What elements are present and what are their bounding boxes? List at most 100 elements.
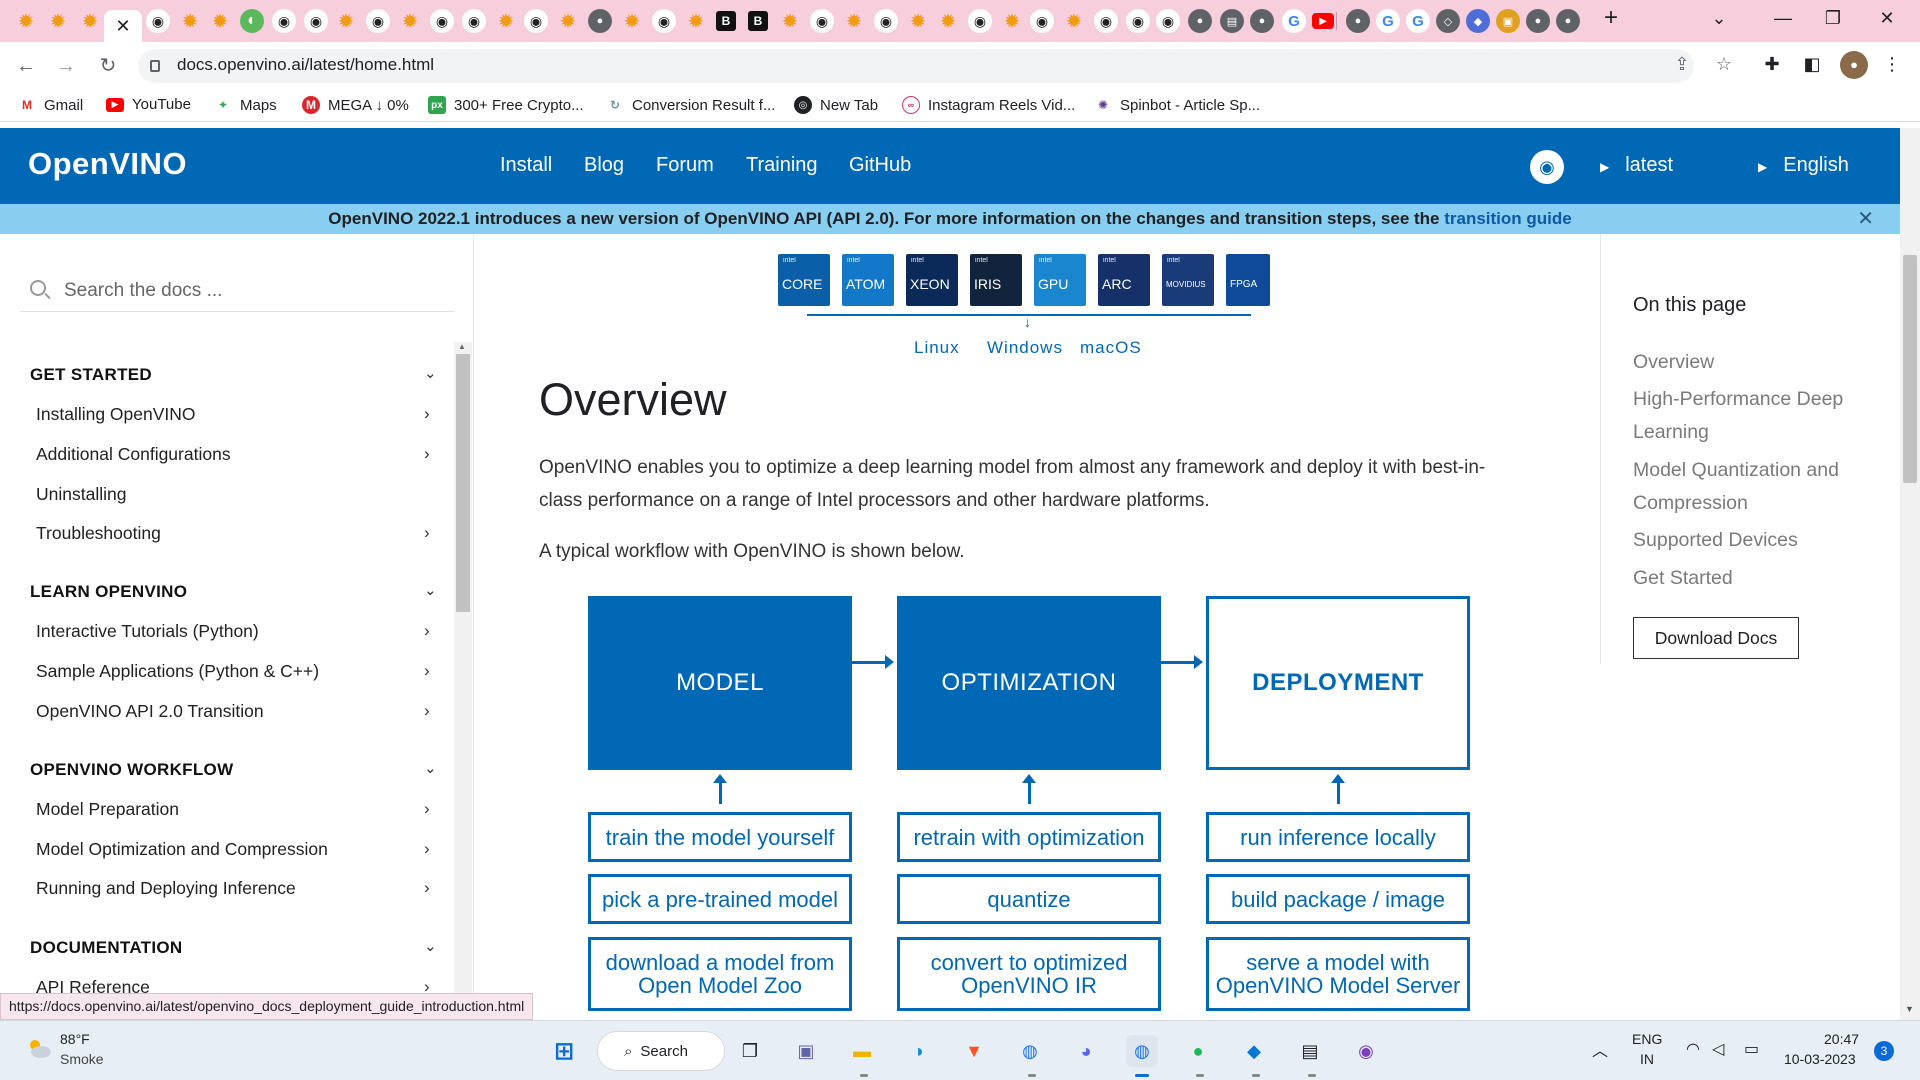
bookmark-instagram[interactable]: ∞ Instagram Reels Vid... [902, 96, 1075, 114]
close-window-button[interactable]: ✕ [1872, 8, 1902, 29]
tab-favicon-openvino-icon[interactable]: ✹ [1000, 9, 1024, 33]
taskbar-search-button[interactable]: ⌕ Search [597, 1031, 725, 1071]
tab-favicon-github-icon[interactable]: ◉ [524, 9, 548, 33]
wifi-icon[interactable]: ◠ [1686, 1039, 1700, 1059]
active-tab-close-icon[interactable]: ✕ [104, 10, 142, 42]
tab-favicon-b-icon[interactable]: B [748, 11, 768, 31]
tab-favicon-openvino-icon[interactable]: ✹ [778, 9, 802, 33]
chevron-down-icon[interactable]: ⌄ [424, 937, 437, 955]
tab-favicon-openvino-icon[interactable]: ✹ [398, 9, 422, 33]
bookmark-conversion[interactable]: ↻ Conversion Result f... [606, 96, 775, 114]
tab-favicon-github-icon[interactable]: ◉ [272, 9, 296, 33]
nav-forum[interactable]: Forum [656, 154, 714, 177]
lock-icon[interactable] [150, 60, 160, 72]
tab-favicon-badge-icon[interactable]: ◆ [1466, 9, 1490, 33]
sidebar-item-samples[interactable]: Sample Applications (Python & C++) [36, 661, 319, 682]
tab-favicon-doc-icon[interactable]: ▤ [1220, 9, 1244, 33]
share-icon[interactable]: ⇪ [1670, 54, 1694, 75]
tab-favicon-openvino-icon[interactable]: ✹ [78, 9, 102, 33]
tab-favicon-globe-icon[interactable]: ● [588, 9, 612, 33]
tab-favicon-globe-icon[interactable]: ● [1556, 9, 1580, 33]
sidebar-item-model-prep[interactable]: Model Preparation [36, 799, 179, 820]
weather-description[interactable]: Smoke [60, 1051, 104, 1067]
tab-favicon-globe-icon[interactable]: ● [1346, 9, 1370, 33]
discord-icon[interactable]: ◕ [1070, 1035, 1102, 1067]
sidebar-item-troubleshooting[interactable]: Troubleshooting [36, 523, 161, 544]
tab-favicon-openvino-icon[interactable]: ✹ [684, 9, 708, 33]
minimize-button[interactable]: — [1768, 8, 1798, 29]
page-scrollbar-thumb[interactable] [1903, 255, 1917, 483]
tab-favicon-globe-icon[interactable]: ● [1526, 9, 1550, 33]
vscode-icon[interactable]: ◆ [1238, 1035, 1270, 1067]
sidebar-item-additional-config[interactable]: Additional Configurations [36, 444, 231, 465]
brave-icon[interactable]: ▼ [958, 1035, 990, 1067]
weather-temperature[interactable]: 88°F [60, 1031, 90, 1047]
chevron-right-icon[interactable]: › [424, 839, 430, 859]
tab-favicon-b-icon[interactable]: B [716, 11, 736, 31]
bookmark-youtube[interactable]: ▶ YouTube [106, 96, 191, 113]
task-view-icon[interactable]: ❐ [734, 1035, 766, 1067]
sidebar-item-uninstalling[interactable]: Uninstalling [36, 484, 126, 505]
teams-chat-icon[interactable]: ▣ [790, 1035, 822, 1067]
language-indicator-bottom[interactable]: IN [1640, 1051, 1654, 1067]
tab-favicon-green-icon[interactable]: ◐ [240, 9, 264, 33]
docs-search-input[interactable] [62, 278, 442, 304]
chevron-right-icon[interactable]: › [424, 621, 430, 641]
tab-favicon-openvino-icon[interactable]: ✹ [842, 9, 866, 33]
tab-favicon-openvino-icon[interactable]: ✹ [620, 9, 644, 33]
tab-favicon-github-icon[interactable]: ◉ [1156, 9, 1180, 33]
version-dropdown[interactable]: ▶ latest [1600, 154, 1673, 177]
profile-avatar[interactable]: ● [1840, 51, 1868, 79]
back-icon[interactable]: ← [14, 54, 38, 78]
bookmark-crypto[interactable]: px 300+ Free Crypto... [428, 96, 584, 114]
tab-favicon-globe-icon[interactable]: ● [1250, 9, 1274, 33]
sidebar-item-installing[interactable]: Installing OpenVINO [36, 404, 196, 425]
tab-favicon-openvino-icon[interactable]: ✹ [208, 9, 232, 33]
clock-date[interactable]: 10-03-2023 [1784, 1051, 1856, 1067]
banner-close-icon[interactable]: ✕ [1857, 204, 1874, 234]
tab-favicon-github-icon[interactable]: ◉ [146, 9, 170, 33]
tab-favicon-app-icon[interactable]: ▣ [1496, 9, 1520, 33]
side-panel-icon[interactable]: ◧ [1800, 54, 1824, 75]
clock-time[interactable]: 20:47 [1824, 1031, 1859, 1047]
restore-button[interactable]: ❐ [1818, 8, 1848, 29]
toc-item-get-started[interactable]: Get Started [1633, 562, 1873, 595]
bookmark-star-icon[interactable]: ☆ [1712, 54, 1736, 75]
download-docs-button[interactable]: Download Docs [1633, 617, 1799, 659]
language-dropdown[interactable]: ▶ English [1758, 154, 1849, 177]
tab-favicon-youtube-icon[interactable]: ▶ [1312, 13, 1334, 29]
tab-favicon-github-icon[interactable]: ◉ [874, 9, 898, 33]
chevron-right-icon[interactable]: › [424, 701, 430, 721]
tab-favicon-google-icon[interactable]: G [1376, 9, 1400, 33]
bookmark-mega[interactable]: M MEGA ↓ 0% [302, 96, 409, 114]
chevron-down-icon[interactable]: ⌄ [424, 759, 437, 777]
tab-favicon-openvino-icon[interactable]: ✹ [906, 9, 930, 33]
tab-favicon-github-icon[interactable]: ◉ [430, 9, 454, 33]
tab-favicon-google-icon[interactable]: G [1282, 9, 1306, 33]
tab-favicon-github-icon[interactable]: ◉ [304, 9, 328, 33]
tab-favicon-openvino-icon[interactable]: ✹ [1062, 9, 1086, 33]
section-get-started[interactable]: GET STARTED [30, 365, 152, 385]
tab-favicon-github-icon[interactable]: ◉ [968, 9, 992, 33]
toc-item-overview[interactable]: Overview [1633, 346, 1873, 379]
reload-icon[interactable]: ↻ [96, 54, 120, 78]
docs-search-box[interactable] [20, 272, 454, 312]
chevron-down-icon[interactable]: ⌄ [424, 364, 437, 382]
notification-badge[interactable]: 3 [1874, 1041, 1894, 1061]
extensions-puzzle-icon[interactable]: ✚ [1760, 54, 1784, 75]
tab-favicon-cube-icon[interactable]: ◇ [1436, 9, 1460, 33]
chevron-right-icon[interactable]: › [424, 878, 430, 898]
chevron-down-icon[interactable]: ⌄ [424, 581, 437, 599]
chevron-right-icon[interactable]: › [424, 523, 430, 543]
bookmark-spinbot[interactable]: ✺ Spinbot - Article Sp... [1094, 96, 1260, 114]
volume-icon[interactable]: ◁ [1712, 1039, 1724, 1059]
sidebar-item-deploying[interactable]: Running and Deploying Inference [36, 878, 296, 899]
new-tab-button[interactable]: + [1596, 4, 1626, 32]
tab-favicon-github-icon[interactable]: ◉ [366, 9, 390, 33]
scroll-down-arrow-icon[interactable]: ▼ [1905, 1004, 1914, 1014]
chevron-right-icon[interactable]: › [424, 661, 430, 681]
nav-training[interactable]: Training [746, 154, 818, 177]
language-indicator-top[interactable]: ENG [1632, 1031, 1662, 1047]
file-explorer-icon[interactable]: ▬ [846, 1035, 878, 1067]
url-text[interactable]: docs.openvino.ai/latest/home.html [177, 55, 434, 75]
